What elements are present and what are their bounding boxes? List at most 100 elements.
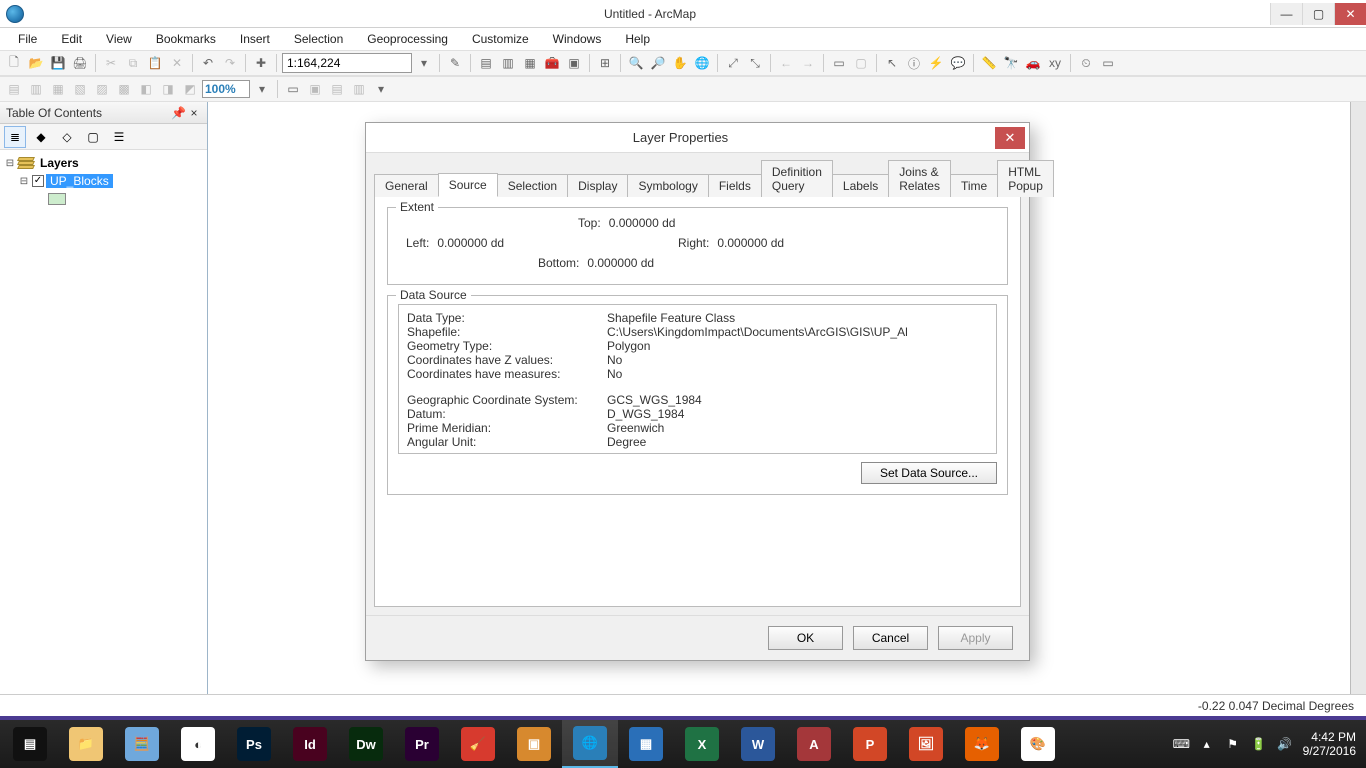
ed6-icon[interactable]: ◧: [136, 79, 156, 99]
model-icon[interactable]: ⊞: [595, 53, 615, 73]
toolbox-icon[interactable]: 🧰: [542, 53, 562, 73]
tab-display[interactable]: Display: [567, 174, 628, 197]
taskbar-item-app2[interactable]: ▣: [506, 720, 562, 768]
menu-edit[interactable]: Edit: [51, 30, 92, 48]
paste-icon[interactable]: 📋: [145, 53, 165, 73]
editor-toolbar-icon[interactable]: ✎: [445, 53, 465, 73]
ed3-icon[interactable]: ▧: [70, 79, 90, 99]
menu-windows[interactable]: Windows: [543, 30, 612, 48]
taskbar-item-calc[interactable]: 🧮: [114, 720, 170, 768]
clock[interactable]: 4:42 PM 9/27/2016: [1303, 730, 1356, 758]
prev-extent-icon[interactable]: ←: [776, 53, 796, 73]
scale-input[interactable]: [282, 53, 412, 73]
tab-joins-relates[interactable]: Joins & Relates: [888, 160, 951, 197]
battery-icon[interactable]: 🔋: [1251, 737, 1267, 751]
save-icon[interactable]: 💾: [48, 53, 68, 73]
python-icon[interactable]: ▣: [564, 53, 584, 73]
taskbar-item-picman[interactable]: 🖼: [898, 720, 954, 768]
menu-insert[interactable]: Insert: [230, 30, 280, 48]
goto-xy-icon[interactable]: xy: [1045, 53, 1065, 73]
flag-icon[interactable]: ⚑: [1225, 737, 1241, 751]
tab-fields[interactable]: Fields: [708, 174, 762, 197]
taskbar-item-photoshop[interactable]: Ps: [226, 720, 282, 768]
undo-icon[interactable]: ↶: [198, 53, 218, 73]
hyperlink-icon[interactable]: ⚡: [926, 53, 946, 73]
layout-icon[interactable]: ▭: [283, 79, 303, 99]
cut-icon[interactable]: ✂: [101, 53, 121, 73]
cancel-button[interactable]: Cancel: [853, 626, 928, 650]
menu-help[interactable]: Help: [615, 30, 660, 48]
fixed-zoomout-icon[interactable]: ⤡: [745, 53, 765, 73]
taskbar-item-ccleaner[interactable]: 🧹: [450, 720, 506, 768]
set-data-source-button[interactable]: Set Data Source...: [861, 462, 997, 484]
measure-icon[interactable]: 📏: [979, 53, 999, 73]
toc-close-icon[interactable]: ×: [187, 106, 201, 120]
vertical-scrollbar[interactable]: [1350, 102, 1366, 698]
identify-icon[interactable]: ⓘ: [904, 53, 924, 73]
zoom-input[interactable]: [202, 80, 250, 98]
taskbar-item-app3[interactable]: ▦: [618, 720, 674, 768]
layer-swatch[interactable]: [48, 193, 66, 205]
select-features-icon[interactable]: ▭: [829, 53, 849, 73]
sound-icon[interactable]: 🔊: [1277, 737, 1293, 751]
taskbar-item-indesign[interactable]: Id: [282, 720, 338, 768]
catalog-icon[interactable]: ▥: [498, 53, 518, 73]
dialog-titlebar[interactable]: Layer Properties ✕: [366, 123, 1029, 153]
tab-selection[interactable]: Selection: [497, 174, 568, 197]
menu-selection[interactable]: Selection: [284, 30, 353, 48]
copy-icon[interactable]: ⧉: [123, 53, 143, 73]
ed7-icon[interactable]: ◨: [158, 79, 178, 99]
add-data-icon[interactable]: ✚: [251, 53, 271, 73]
clear-selection-icon[interactable]: ▢: [851, 53, 871, 73]
find-route-icon[interactable]: 🚗: [1023, 53, 1043, 73]
menu-file[interactable]: File: [8, 30, 47, 48]
ok-button[interactable]: OK: [768, 626, 843, 650]
fixed-zoomin-icon[interactable]: ⤢: [723, 53, 743, 73]
ed2-icon[interactable]: ▦: [48, 79, 68, 99]
tab-time[interactable]: Time: [950, 174, 998, 197]
keyboard-icon[interactable]: ⌨: [1173, 737, 1189, 751]
maximize-button[interactable]: ▢: [1302, 3, 1334, 25]
tab-source[interactable]: Source: [438, 173, 498, 197]
tab-definition-query[interactable]: Definition Query: [761, 160, 833, 197]
ed8-icon[interactable]: ◩: [180, 79, 200, 99]
next-extent-icon[interactable]: →: [798, 53, 818, 73]
layers-root[interactable]: ⊟ Layers: [4, 154, 203, 172]
apply-button[interactable]: Apply: [938, 626, 1013, 650]
html-popup-icon[interactable]: 💬: [948, 53, 968, 73]
delete-icon[interactable]: ✕: [167, 53, 187, 73]
tab-symbology[interactable]: Symbology: [627, 174, 708, 197]
zoom-dropdown-icon[interactable]: ▾: [252, 79, 272, 99]
ed12-icon[interactable]: ▾: [371, 79, 391, 99]
pin-icon[interactable]: 📌: [171, 106, 185, 120]
ed1-icon[interactable]: ▥: [26, 79, 46, 99]
close-button[interactable]: ✕: [1334, 3, 1366, 25]
dialog-close-button[interactable]: ✕: [995, 127, 1025, 149]
data-source-box[interactable]: Data Type: Shapefile Feature Class Shape…: [398, 304, 997, 454]
layer-row[interactable]: ⊟ ✓ UP_Blocks: [4, 172, 203, 190]
list-by-drawing-icon[interactable]: ≣: [4, 126, 26, 148]
menu-geoprocessing[interactable]: Geoprocessing: [357, 30, 458, 48]
menu-view[interactable]: View: [96, 30, 142, 48]
menu-bookmarks[interactable]: Bookmarks: [146, 30, 226, 48]
list-by-selection-icon[interactable]: ▢: [82, 126, 104, 148]
taskbar-item-firefox[interactable]: 🦊: [954, 720, 1010, 768]
search-window-icon[interactable]: ▦: [520, 53, 540, 73]
layer-checkbox[interactable]: ✓: [32, 175, 44, 187]
redo-icon[interactable]: ↷: [220, 53, 240, 73]
layer-collapse-icon[interactable]: ⊟: [18, 176, 30, 187]
taskbar-item-excel[interactable]: X: [674, 720, 730, 768]
taskbar-item-explorer[interactable]: 📁: [58, 720, 114, 768]
tab-general[interactable]: General: [374, 174, 439, 197]
tray-up-icon[interactable]: ▴: [1199, 737, 1215, 751]
tab-labels[interactable]: Labels: [832, 174, 889, 197]
list-by-visibility-icon[interactable]: ◇: [56, 126, 78, 148]
taskbar-item-premiere[interactable]: Pr: [394, 720, 450, 768]
new-icon[interactable]: 🗋: [4, 53, 24, 73]
menu-customize[interactable]: Customize: [462, 30, 539, 48]
taskbar-item-access[interactable]: A: [786, 720, 842, 768]
viewer-icon[interactable]: ▭: [1098, 53, 1118, 73]
ed9-icon[interactable]: ▣: [305, 79, 325, 99]
taskbar-item-word[interactable]: W: [730, 720, 786, 768]
ed5-icon[interactable]: ▩: [114, 79, 134, 99]
